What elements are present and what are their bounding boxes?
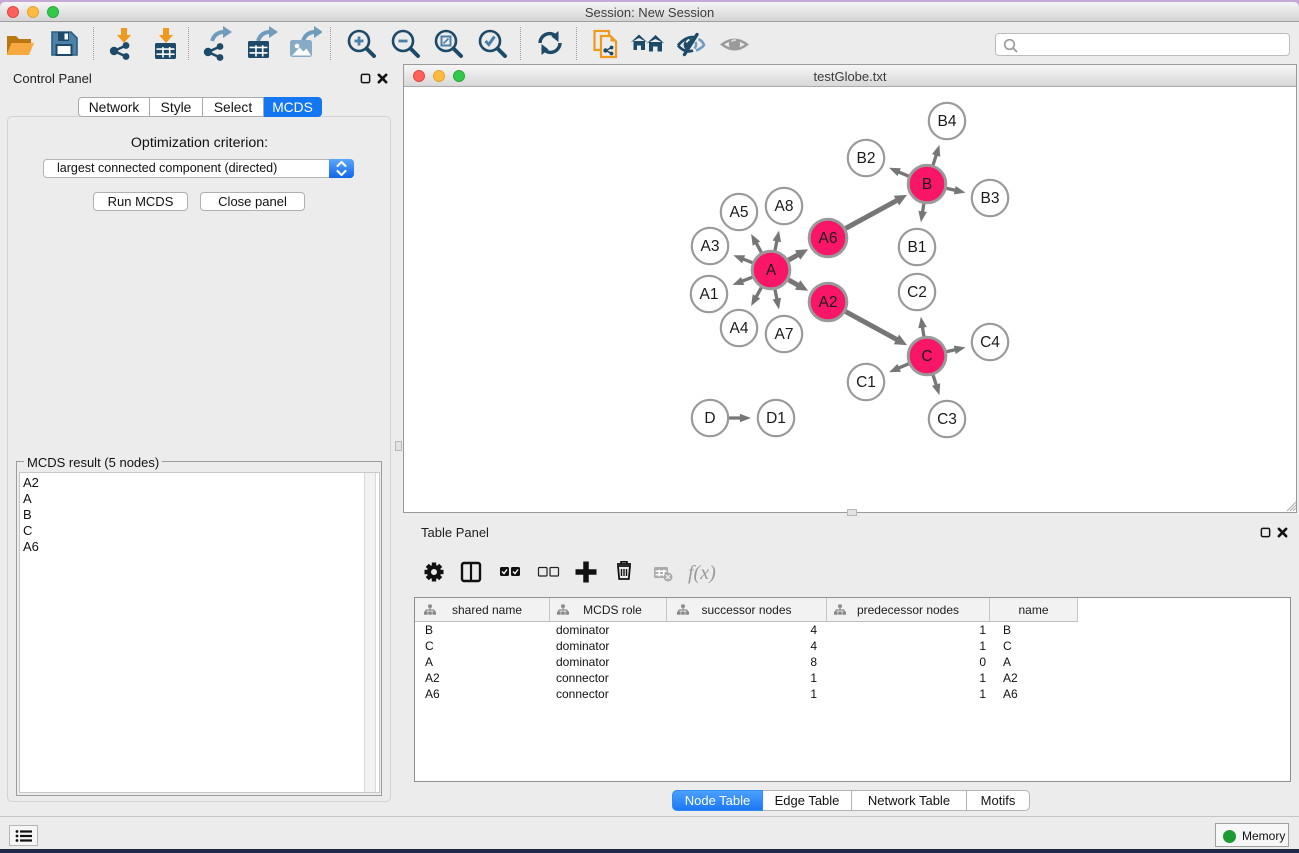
svg-text:C1: C1 bbox=[856, 374, 876, 391]
svg-text:A2: A2 bbox=[819, 294, 838, 311]
svg-text:C3: C3 bbox=[937, 411, 957, 428]
svg-text:A5: A5 bbox=[730, 204, 749, 221]
svg-text:C4: C4 bbox=[980, 334, 1000, 351]
svg-text:A4: A4 bbox=[730, 320, 749, 337]
svg-text:D: D bbox=[704, 410, 715, 427]
svg-text:A7: A7 bbox=[775, 326, 794, 343]
svg-text:A3: A3 bbox=[701, 238, 720, 255]
svg-text:A8: A8 bbox=[775, 198, 794, 215]
svg-text:C: C bbox=[921, 348, 932, 365]
svg-text:A: A bbox=[766, 262, 777, 279]
svg-text:C2: C2 bbox=[907, 284, 927, 301]
svg-text:B1: B1 bbox=[908, 239, 927, 256]
svg-text:B: B bbox=[922, 176, 932, 193]
svg-text:B4: B4 bbox=[938, 113, 957, 130]
svg-text:D1: D1 bbox=[766, 410, 786, 427]
svg-text:f(x): f(x) bbox=[688, 562, 716, 584]
svg-text:A1: A1 bbox=[700, 286, 719, 303]
svg-text:B3: B3 bbox=[981, 190, 1000, 207]
svg-text:A6: A6 bbox=[819, 230, 838, 247]
svg-text:B2: B2 bbox=[857, 150, 876, 167]
